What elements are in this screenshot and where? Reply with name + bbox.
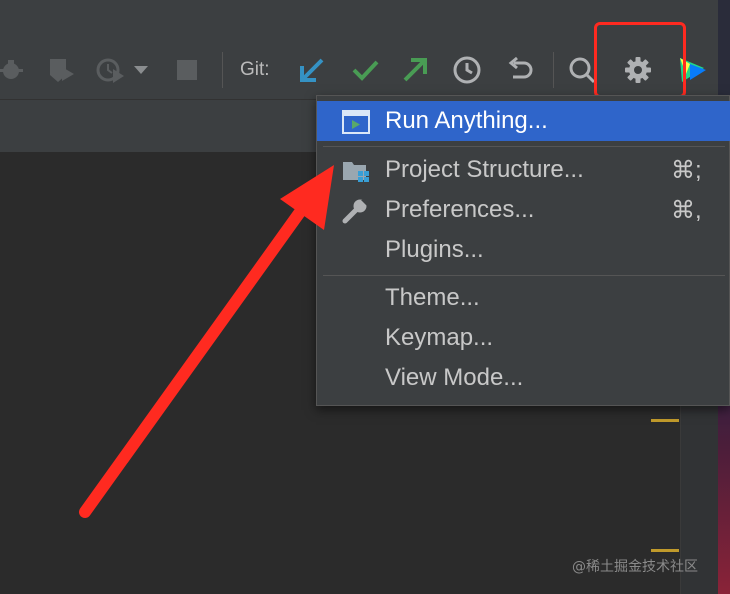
annotation-arrow	[79, 165, 334, 518]
watermark: @稀土掘金技术社区	[572, 559, 698, 575]
